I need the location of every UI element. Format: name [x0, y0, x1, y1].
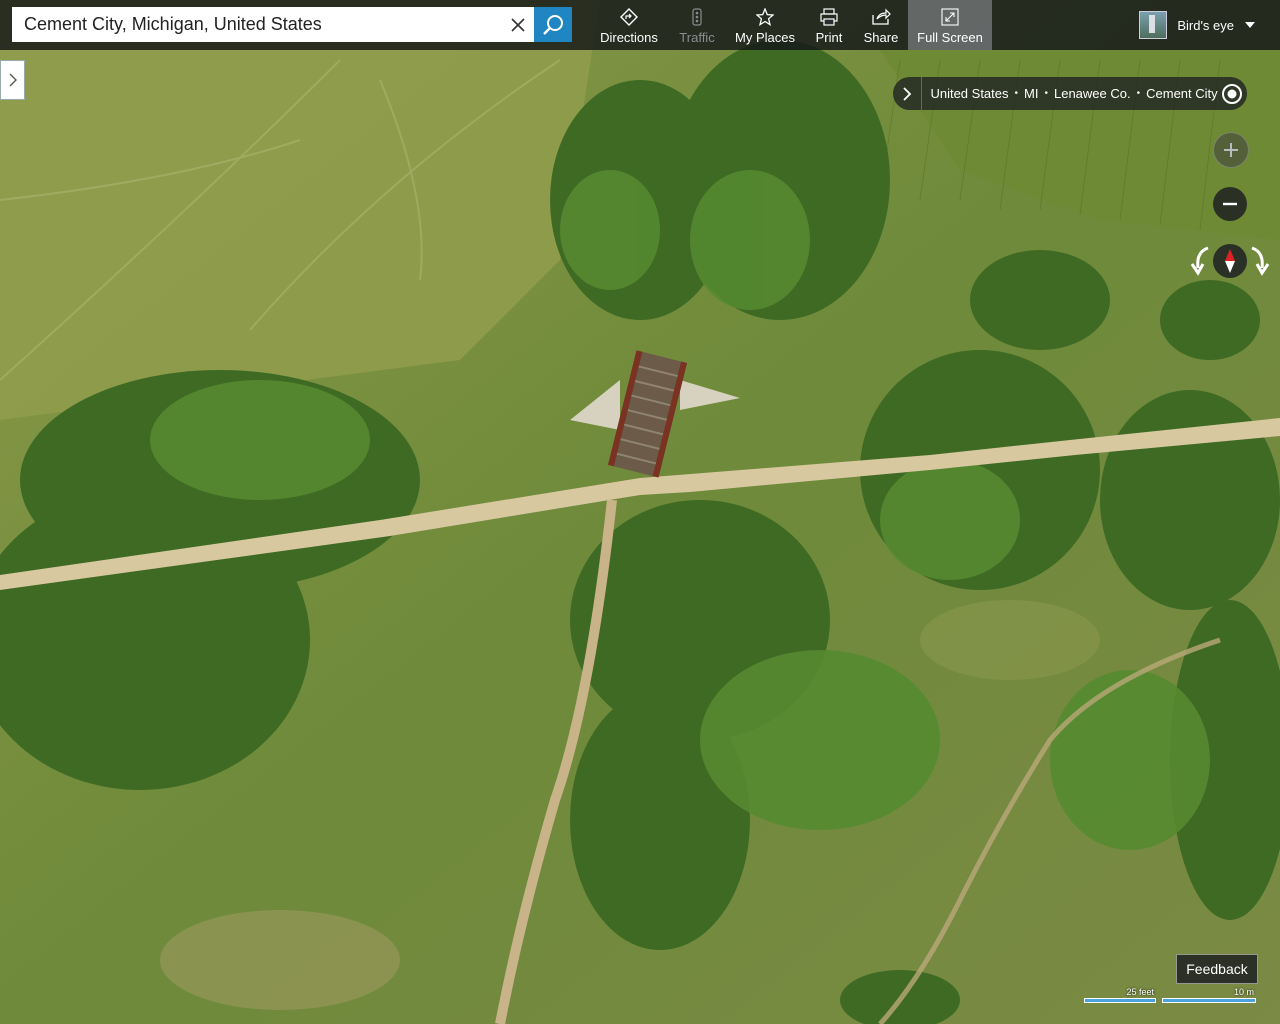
- search-box: [12, 7, 572, 42]
- aerial-map[interactable]: [0, 0, 1280, 1024]
- star-icon: [756, 8, 774, 26]
- print-button[interactable]: Print: [810, 0, 848, 50]
- my-places-label: My Places: [735, 30, 795, 45]
- clear-search-button[interactable]: [502, 7, 534, 42]
- share-button[interactable]: Share: [860, 0, 902, 50]
- search-icon: [543, 14, 563, 35]
- my-places-button[interactable]: My Places: [732, 0, 798, 50]
- scale-label-metric: 10 m: [1233, 987, 1254, 997]
- share-label: Share: [863, 30, 899, 45]
- breadcrumb-separator: •: [1044, 88, 1048, 99]
- full-screen-button[interactable]: Full Screen: [908, 0, 992, 50]
- breadcrumb-separator: •: [1014, 88, 1019, 99]
- map-style-selector[interactable]: Bird's eye: [1139, 10, 1256, 40]
- traffic-light-icon: [692, 8, 702, 26]
- locate-me-button[interactable]: [1218, 77, 1247, 110]
- printer-icon: [820, 8, 838, 26]
- traffic-label: Traffic: [679, 30, 715, 45]
- top-toolbar: Directions Traffic My Places Print Share…: [0, 0, 1280, 50]
- compass-button[interactable]: [1213, 244, 1247, 278]
- location-breadcrumb: United States • MI • Lenawee Co. • Cemen…: [893, 77, 1247, 110]
- scale-bar-imperial: 25 feet: [1084, 987, 1156, 1003]
- breadcrumb-state[interactable]: MI: [1024, 86, 1038, 101]
- search-button[interactable]: [534, 7, 572, 42]
- breadcrumb-county[interactable]: Lenawee Co.: [1054, 86, 1131, 101]
- zoom-out-button[interactable]: [1213, 187, 1247, 221]
- rotate-left-button[interactable]: [1188, 246, 1212, 276]
- expand-panel-button[interactable]: [0, 60, 25, 100]
- chevron-right-icon: [903, 86, 912, 101]
- scale-bar-metric: 10 m: [1162, 987, 1256, 1003]
- breadcrumb-city[interactable]: Cement City: [1146, 86, 1218, 101]
- share-icon: [872, 8, 891, 25]
- breadcrumb-country[interactable]: United States: [930, 86, 1008, 101]
- traffic-button[interactable]: Traffic: [674, 0, 720, 50]
- scale-label-imperial: 25 feet: [1126, 987, 1154, 997]
- rotate-right-button[interactable]: [1248, 246, 1272, 276]
- directions-label: Directions: [600, 30, 658, 45]
- full-screen-icon: [941, 8, 959, 26]
- directions-button[interactable]: Directions: [596, 0, 662, 50]
- birds-eye-thumbnail: [1139, 11, 1168, 39]
- plus-icon: [1224, 143, 1238, 157]
- map-style-label: Bird's eye: [1177, 17, 1234, 33]
- print-label: Print: [815, 30, 843, 45]
- scale-line: [1084, 998, 1156, 1003]
- locate-icon: [1222, 83, 1243, 104]
- full-screen-label: Full Screen: [917, 30, 983, 45]
- zoom-in-button[interactable]: [1213, 132, 1249, 168]
- feedback-button[interactable]: Feedback: [1176, 954, 1258, 984]
- directions-icon: [620, 8, 638, 26]
- chevron-down-icon: [1245, 22, 1255, 28]
- close-icon: [511, 17, 525, 32]
- compass-icon: [1225, 249, 1235, 273]
- breadcrumb-separator: •: [1136, 88, 1141, 99]
- breadcrumb-expand-button[interactable]: [893, 77, 923, 110]
- chevron-right-icon: [9, 73, 17, 87]
- minus-icon: [1223, 202, 1237, 206]
- scale-line: [1162, 998, 1256, 1003]
- search-input[interactable]: [12, 8, 502, 41]
